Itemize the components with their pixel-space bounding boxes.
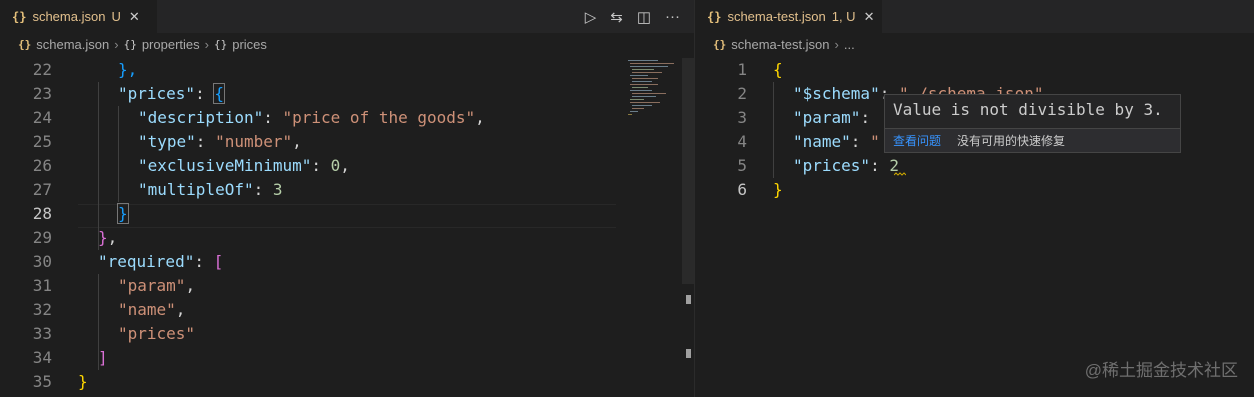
more-actions-icon[interactable]: ··· bbox=[665, 8, 680, 25]
hover-message: Value is not divisible by 3. bbox=[893, 100, 1163, 119]
line-number: 26 bbox=[32, 156, 52, 175]
code-line: 5 "prices": 2 bbox=[695, 154, 1254, 178]
split-editor-icon[interactable]: ◫ bbox=[637, 8, 651, 26]
code-line: 26 "exclusiveMinimum": 0, bbox=[0, 154, 694, 178]
breadcrumb: {} schema-test.json › ... bbox=[695, 33, 1254, 55]
breadcrumb-item-properties[interactable]: properties bbox=[142, 37, 200, 52]
breadcrumb-item-prices[interactable]: prices bbox=[232, 37, 267, 52]
code-line: 27 "multipleOf": 3 bbox=[0, 178, 694, 202]
line-number: 30 bbox=[32, 252, 52, 271]
line-number: 22 bbox=[32, 60, 52, 79]
code-line: 28} bbox=[0, 202, 694, 226]
chevron-right-icon: › bbox=[114, 36, 119, 52]
line-number: 32 bbox=[32, 300, 52, 319]
vertical-scrollbar[interactable] bbox=[682, 58, 694, 397]
tab-schema-test-json[interactable]: {} schema-test.json 1, U ✕ bbox=[695, 0, 882, 33]
untracked-badge: U bbox=[111, 9, 121, 24]
tab-label: schema-test.json bbox=[727, 9, 826, 24]
code-line: 31 "param", bbox=[0, 274, 694, 298]
minimap[interactable] bbox=[618, 58, 680, 397]
code-line: 23 "prices": { bbox=[0, 82, 694, 106]
breadcrumb-item-file[interactable]: schema-test.json bbox=[731, 37, 829, 52]
line-number: 1 bbox=[737, 60, 747, 79]
close-icon[interactable]: ✕ bbox=[864, 9, 875, 25]
code-line: 30 "required": [ bbox=[0, 250, 694, 274]
left-editor-group: {} schema.json U ✕ ▷ ⇆ ◫ ··· {} schema.j… bbox=[0, 0, 694, 397]
tab-label: schema.json bbox=[32, 9, 106, 24]
right-editor-group: {} schema-test.json 1, U ✕ {} schema-tes… bbox=[695, 0, 1254, 397]
play-icon[interactable]: ▷ bbox=[585, 8, 597, 26]
no-quick-fix-label: 没有可用的快速修复 bbox=[957, 134, 1066, 148]
hover-tooltip: Value is not divisible by 3. 查看问题 没有可用的快… bbox=[884, 94, 1181, 153]
code-line: 32 "name", bbox=[0, 298, 694, 322]
scroll-marker bbox=[686, 295, 691, 304]
line-number: 31 bbox=[32, 276, 52, 295]
code-line: 1{ bbox=[695, 58, 1254, 82]
object-icon: {} bbox=[123, 37, 137, 51]
line-number: 28 bbox=[32, 204, 52, 223]
line-number: 5 bbox=[737, 156, 747, 175]
breadcrumb-item-file[interactable]: schema.json bbox=[36, 37, 109, 52]
chevron-right-icon: › bbox=[834, 36, 839, 52]
line-number: 6 bbox=[737, 180, 747, 199]
json-file-icon: {} bbox=[12, 9, 27, 24]
warning-squiggle bbox=[894, 172, 906, 176]
code-line: 6} bbox=[695, 178, 1254, 202]
line-number: 4 bbox=[737, 132, 747, 151]
code-line: 34] bbox=[0, 346, 694, 370]
code-line: 29}, bbox=[0, 226, 694, 250]
line-number: 23 bbox=[32, 84, 52, 103]
object-icon: {} bbox=[213, 37, 228, 51]
json-file-icon: {} bbox=[707, 9, 722, 24]
compare-changes-icon[interactable]: ⇆ bbox=[610, 8, 623, 26]
code-line: 25 "type": "number", bbox=[0, 130, 694, 154]
code-line: 35} bbox=[0, 370, 694, 394]
breadcrumb-item-more[interactable]: ... bbox=[844, 37, 855, 52]
chevron-right-icon: › bbox=[204, 36, 209, 52]
left-tab-bar: {} schema.json U ✕ ▷ ⇆ ◫ ··· bbox=[0, 0, 694, 33]
scrollbar-thumb[interactable] bbox=[682, 58, 694, 284]
line-number: 24 bbox=[32, 108, 52, 127]
line-number: 34 bbox=[32, 348, 52, 367]
code-line: 33 "prices" bbox=[0, 322, 694, 346]
json-file-icon: {} bbox=[713, 37, 727, 51]
line-number: 25 bbox=[32, 132, 52, 151]
code-editor-left[interactable]: 22}, 23 "prices": { 24 "description": "pri… bbox=[0, 58, 694, 397]
code-line: 24 "description": "price of the goods", bbox=[0, 106, 694, 130]
line-number: 2 bbox=[737, 84, 747, 103]
line-number: 3 bbox=[737, 108, 747, 127]
problems-badge: 1, U bbox=[831, 9, 856, 24]
line-number: 29 bbox=[32, 228, 52, 247]
code-line: 22}, bbox=[0, 58, 694, 82]
view-problem-link[interactable]: 查看问题 bbox=[893, 132, 941, 149]
hover-status-bar: 查看问题 没有可用的快速修复 bbox=[885, 128, 1180, 152]
breadcrumb: {} schema.json › {} properties › {} pric… bbox=[0, 33, 694, 55]
line-number: 27 bbox=[32, 180, 52, 199]
scroll-marker bbox=[686, 349, 691, 358]
line-number: 35 bbox=[32, 372, 52, 391]
line-number: 33 bbox=[32, 324, 52, 343]
json-file-icon: {} bbox=[18, 37, 32, 51]
right-tab-bar: {} schema-test.json 1, U ✕ bbox=[695, 0, 1254, 33]
editor-actions: ▷ ⇆ ◫ ··· bbox=[585, 0, 680, 33]
tab-schema-json[interactable]: {} schema.json U ✕ bbox=[0, 0, 157, 33]
watermark: @稀土掘金技术社区 bbox=[1084, 361, 1238, 380]
close-icon[interactable]: ✕ bbox=[129, 9, 140, 25]
